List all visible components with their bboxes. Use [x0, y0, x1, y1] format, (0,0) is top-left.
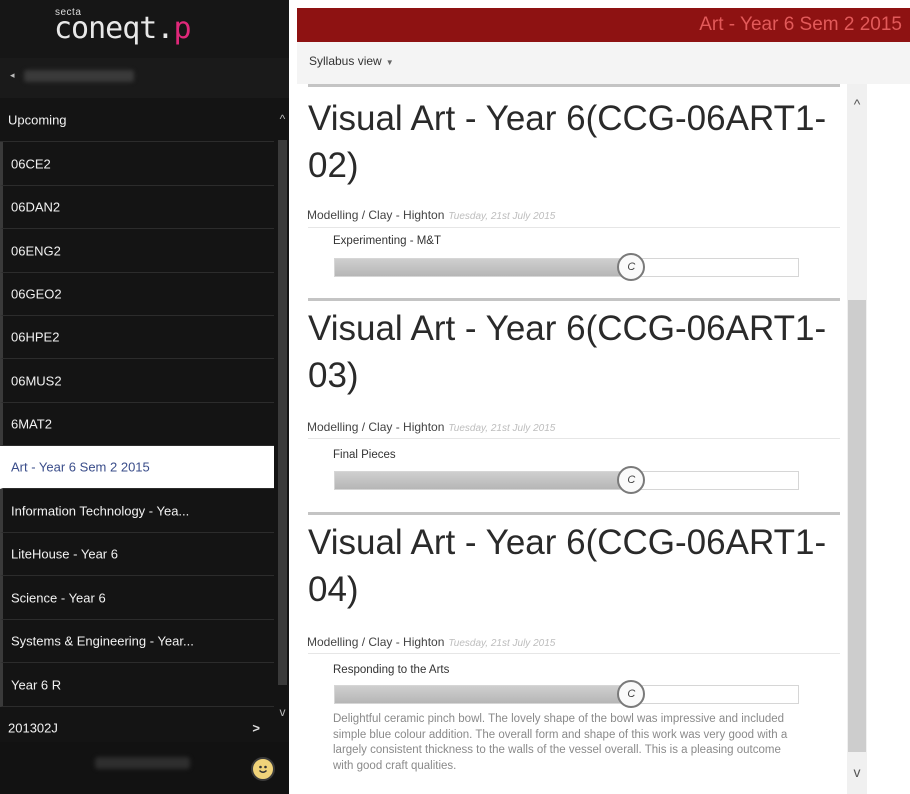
nav-item-systems-engineering[interactable]: Systems & Engineering - Year... — [0, 620, 274, 663]
user-name-blurred — [24, 70, 134, 82]
lesson-divider — [308, 512, 840, 515]
content-scroll-thumb[interactable] — [848, 300, 866, 752]
meta-divider — [308, 438, 840, 439]
content-scrollbar[interactable]: ^ v — [847, 84, 867, 794]
right-pane — [867, 84, 910, 794]
lesson-divider — [308, 84, 840, 87]
sidebar-scrollbar[interactable]: ^ v — [276, 102, 289, 742]
nav-item-label: 06GEO2 — [11, 286, 62, 302]
page-header: Art - Year 6 Sem 2 2015 — [297, 8, 910, 42]
caret-down-icon: ▼ — [385, 58, 394, 67]
nav-item-06mus2[interactable]: 06MUS2 — [0, 359, 274, 403]
view-selector-dropdown[interactable]: Syllabus view ▼ — [309, 54, 394, 68]
progress-fill — [335, 259, 632, 276]
lesson-meta: Modelling / Clay - Highton Tuesday, 21st … — [307, 635, 555, 649]
grade-progress: C — [334, 680, 799, 708]
progress-fill — [335, 686, 632, 703]
footer-text-blurred — [95, 757, 190, 769]
nav-item-06geo2[interactable]: 06GEO2 — [0, 273, 274, 316]
task-label: Experimenting - M&T — [333, 235, 442, 247]
nav-item-label: 06HPE2 — [11, 329, 60, 345]
scroll-up-icon[interactable]: ^ — [847, 96, 867, 112]
lesson-date: Tuesday, 21st July 2015 — [448, 423, 556, 434]
nav-item-06ce2[interactable]: 06CE2 — [0, 142, 274, 186]
nav-item-label: 06DAN2 — [11, 199, 61, 215]
nav-item-label: Science - Year 6 — [11, 590, 106, 605]
lesson-title: Visual Art - Year 6(CCG-06ART1-03) — [308, 309, 827, 395]
nav-item-label: 06ENG2 — [11, 243, 61, 258]
lesson-category: Modelling / Clay - Highton — [307, 635, 445, 649]
nav-item-information-technology[interactable]: Information Technology - Yea... — [0, 489, 274, 533]
lesson-meta: Modelling / Clay - Highton Tuesday, 21st … — [307, 420, 555, 434]
progress-fill — [335, 472, 632, 489]
scroll-up-icon[interactable]: ^ — [276, 112, 289, 126]
nav-item-label: Year 6 R — [11, 677, 62, 692]
sidebar: secta coneqt.p ◂ Upcoming 06CE2 06DAN2 0… — [0, 0, 289, 794]
lesson-divider — [308, 298, 840, 301]
lesson-category: Modelling / Clay - Highton — [307, 420, 445, 434]
nav-item-06dan2[interactable]: 06DAN2 — [0, 186, 274, 229]
meta-divider — [308, 227, 840, 228]
lesson-category: Modelling / Clay - Highton — [307, 208, 445, 222]
teacher-comment: Delightful ceramic pinch bowl. The lovel… — [333, 713, 788, 772]
scroll-down-icon[interactable]: v — [276, 705, 289, 719]
grade-badge[interactable]: C — [617, 253, 646, 281]
nav-item-label: Art - Year 6 Sem 2 2015 — [11, 459, 150, 475]
smiley-icon[interactable] — [251, 757, 275, 781]
nav-item-label: 06CE2 — [11, 156, 51, 171]
meta-divider — [308, 653, 840, 654]
nav-item-label: 6MAT2 — [11, 416, 52, 432]
nav-item-06hpe2[interactable]: 06HPE2 — [0, 316, 274, 359]
nav-item-upcoming[interactable]: Upcoming — [0, 98, 274, 142]
grade-progress: C — [334, 466, 799, 494]
brand-main-text: coneqt. — [54, 11, 174, 46]
sidebar-scroll-thumb[interactable] — [278, 140, 287, 685]
grade-badge[interactable]: C — [617, 466, 646, 494]
view-toolbar: Syllabus view ▼ — [297, 42, 910, 84]
lesson-date: Tuesday, 21st July 2015 — [448, 638, 556, 649]
lesson-title: Visual Art - Year 6(CCG-06ART1-04) — [308, 523, 827, 609]
view-selector-label: Syllabus view — [309, 54, 382, 68]
lesson-meta: Modelling / Clay - Highton Tuesday, 21st … — [307, 208, 555, 222]
lesson-date: Tuesday, 21st July 2015 — [448, 211, 556, 222]
nav-item-label: Information Technology - Yea... — [11, 503, 190, 518]
nav-item-year6r[interactable]: Year 6 R — [0, 663, 274, 707]
scroll-down-icon[interactable]: v — [847, 764, 867, 780]
nav-item-label: Upcoming — [8, 112, 67, 127]
nav-item-litehouse[interactable]: LiteHouse - Year 6 — [0, 533, 274, 576]
syllabus-content: Visual Art - Year 6(CCG-06ART1-02) Model… — [297, 84, 847, 794]
nav-item-label: LiteHouse - Year 6 — [11, 546, 118, 562]
lesson-title: Visual Art - Year 6(CCG-06ART1-02) — [308, 99, 827, 185]
page-title: Art - Year 6 Sem 2 2015 — [699, 14, 902, 35]
chevron-right-icon: > — [252, 720, 260, 736]
task-label: Responding to the Arts — [333, 664, 450, 676]
nav-item-label: 201302J — [8, 720, 58, 736]
logo-area: secta coneqt.p — [0, 0, 289, 58]
nav-item-art-year6[interactable]: Art - Year 6 Sem 2 2015 — [0, 446, 274, 489]
nav-item-6mat2[interactable]: 6MAT2 — [0, 403, 274, 446]
nav-item-06eng2[interactable]: 06ENG2 — [0, 229, 274, 273]
brand-logo[interactable]: coneqt.p — [54, 11, 192, 46]
grade-badge[interactable]: C — [617, 680, 646, 708]
nav-item-science[interactable]: Science - Year 6 — [0, 576, 274, 620]
task-label: Final Pieces — [333, 449, 396, 461]
grade-progress: C — [334, 253, 799, 281]
nav-item-label: Systems & Engineering - Year... — [11, 633, 194, 649]
nav-item-label: 06MUS2 — [11, 373, 62, 388]
brand-accent-text: p — [173, 11, 191, 46]
back-arrow-icon[interactable]: ◂ — [10, 70, 15, 81]
